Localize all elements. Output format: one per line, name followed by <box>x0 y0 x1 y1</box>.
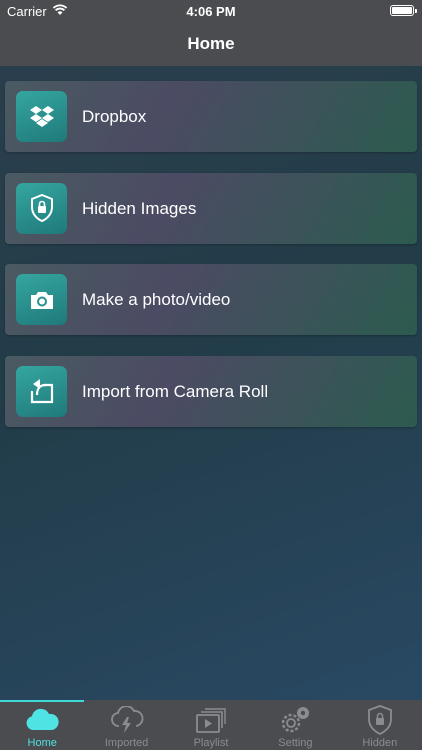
menu-item-make-photo-video[interactable]: Make a photo/video <box>5 264 417 335</box>
tab-bar: Home Imported Playlist Setting Hidden <box>0 700 422 750</box>
menu-item-dropbox[interactable]: Dropbox <box>5 81 417 152</box>
battery-icon <box>390 5 417 16</box>
tab-label: Setting <box>278 737 313 749</box>
playlist-icon <box>169 705 253 735</box>
menu-item-label: Dropbox <box>82 107 147 126</box>
menu-item-import-camera-roll[interactable]: Import from Camera Roll <box>5 355 417 427</box>
cloud-icon <box>0 705 84 735</box>
dropbox-icon <box>16 91 67 142</box>
tab-playlist[interactable]: Playlist <box>169 700 253 750</box>
camera-icon <box>16 274 67 325</box>
tab-label: Playlist <box>193 737 229 749</box>
tab-label: Hidden <box>362 737 398 749</box>
menu-item-hidden-images[interactable]: Hidden Images <box>5 172 417 244</box>
menu-item-label: Hidden Images <box>82 198 197 218</box>
status-bar: Carrier 4:06 PM <box>0 0 422 22</box>
navigation-bar: Home <box>0 22 422 66</box>
shield-lock-icon <box>338 705 422 735</box>
tab-label: Home <box>27 737 57 749</box>
tab-hidden[interactable]: Hidden <box>338 700 422 750</box>
tab-setting[interactable]: Setting <box>253 700 337 750</box>
menu-item-label: Import from Camera Roll <box>82 381 269 401</box>
tab-home[interactable]: Home <box>0 700 85 750</box>
cloud-lightning-icon <box>84 705 168 735</box>
home-menu: Dropbox Hidden Images Make a photo/video <box>5 81 417 447</box>
menu-item-label: Make a photo/video <box>82 290 231 309</box>
page-title: Home <box>187 34 235 53</box>
import-icon <box>16 365 67 417</box>
gear-icon <box>253 705 337 735</box>
tab-label: Imported <box>104 737 149 749</box>
clock: 4:06 PM <box>186 4 236 19</box>
shield-lock-icon <box>16 182 67 234</box>
tab-imported[interactable]: Imported <box>84 700 168 750</box>
